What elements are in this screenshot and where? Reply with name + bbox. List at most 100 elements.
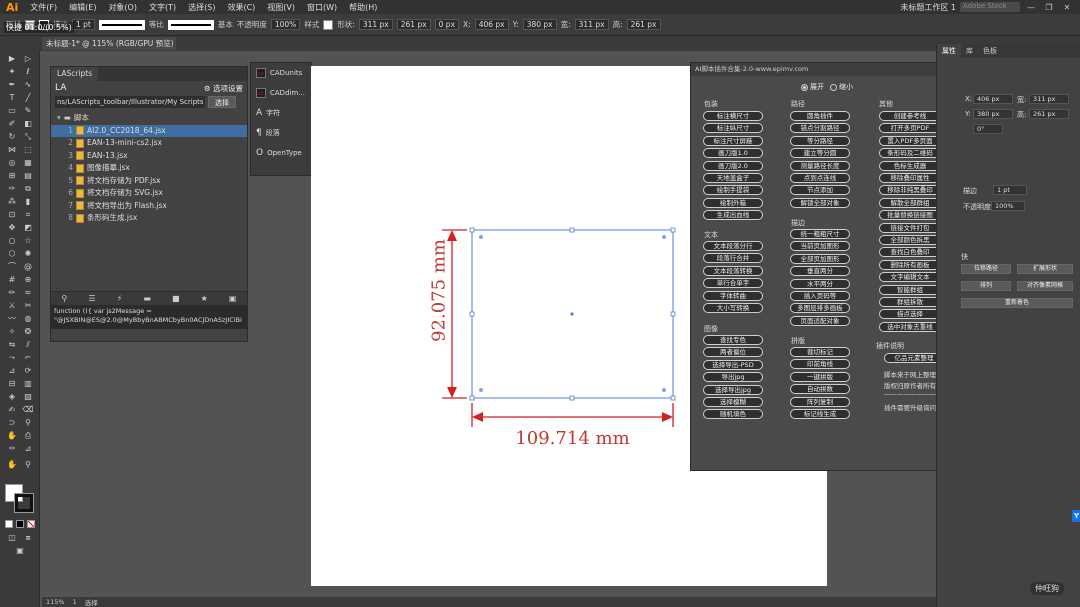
plugin-button[interactable]: 圆角插件 (790, 111, 850, 121)
plugin-button[interactable]: 画刀版2.0 (703, 160, 763, 171)
plugin-button[interactable]: 节点添加 (790, 185, 850, 196)
code-preview[interactable]: function (){ var js2Message = "@JSXBIN@E… (51, 305, 247, 329)
x-field[interactable]: 406 px (973, 94, 1013, 104)
plugin-button[interactable]: 全部页加图形 (790, 253, 850, 264)
menu-help[interactable]: 帮助(H) (343, 2, 383, 13)
plugin-button[interactable]: 插入页码等 (790, 291, 850, 301)
arrange-button[interactable]: 排列 (961, 281, 1011, 291)
magic-wand-tool-icon[interactable]: ✦ (6, 67, 18, 77)
plugin-button[interactable]: 查找白色叠印 (879, 247, 941, 258)
plugin-button[interactable]: 标注横尺寸 (703, 111, 763, 121)
plugin-button[interactable]: 移除非纯黑叠印 (879, 185, 941, 196)
plugin-button[interactable]: 印前角线 (790, 359, 850, 370)
zoom-tool-icon[interactable]: ⚲ (22, 418, 34, 428)
document-tab[interactable]: 未标题-1* @ 115% (RGB/GPU 预览) (42, 37, 176, 50)
hand-tool-icon[interactable]: ✋ (6, 431, 18, 441)
folder-icon[interactable]: ▬ (143, 294, 151, 303)
plugin-button[interactable]: 段落行合并 (703, 253, 763, 264)
rotate-view-tool-icon[interactable]: ⟳ (22, 366, 34, 376)
plugin-button[interactable]: 置入PDF多页面 (879, 135, 941, 146)
w-field[interactable]: 311 px (574, 19, 609, 30)
opacity-field[interactable]: 100% (991, 201, 1025, 211)
corner-field[interactable]: 0 px (434, 19, 460, 30)
plugin-button[interactable]: 选择模糊 (703, 397, 763, 407)
twirl-tool-icon[interactable]: ◍ (22, 314, 34, 324)
style-swatch[interactable] (323, 19, 334, 30)
scissors-tool-icon[interactable]: ✂ (22, 301, 34, 311)
eyedropper-tool-icon[interactable]: ✑ (6, 184, 18, 194)
tab-properties[interactable]: 属性 (937, 44, 961, 58)
measure-tool-2-icon[interactable]: ⊿ (22, 444, 34, 454)
smooth-tool-icon[interactable]: ≈ (22, 288, 34, 298)
align-pixel-grid-button[interactable]: 对齐像素网格 (1017, 281, 1073, 291)
plugin-button[interactable]: 群组拆散 (879, 297, 941, 307)
plugin-button[interactable]: 选中对象去重线 (879, 321, 941, 332)
plugin-button[interactable]: 亿品元素整理 (884, 353, 944, 363)
draw-mode-icon[interactable]: ◫ (6, 533, 18, 543)
offset-path-button[interactable]: 位移路径 (961, 264, 1011, 274)
width-dimension[interactable] (471, 403, 674, 427)
eraser-tool-icon[interactable]: ◧ (22, 119, 34, 129)
plugin-button[interactable]: 导出jpg (703, 372, 763, 383)
symbol-sprayer-tool-icon[interactable]: ⁂ (6, 197, 18, 207)
plugin-button[interactable]: 条形码及二维码 (879, 148, 941, 159)
scale-tool-icon[interactable]: ⤡ (22, 132, 34, 142)
expand-shape-button[interactable]: 扩展形状 (1017, 264, 1073, 274)
plugin-button[interactable]: 大小写转换 (703, 303, 763, 313)
shape-width-field[interactable]: 311 px (358, 19, 393, 30)
angle-field[interactable]: 0° (973, 124, 1003, 134)
plugin-button[interactable]: 阵列复制 (790, 396, 850, 407)
plugin-button[interactable]: 链接文件打包 (879, 222, 941, 233)
shear-tool-icon[interactable]: ⫽ (22, 340, 34, 350)
script-item[interactable]: 6 将文档存储为 SVG.jsx (51, 187, 247, 200)
type-tool-icon[interactable]: T (6, 93, 18, 103)
rotate-tool-icon[interactable]: ↻ (6, 132, 18, 142)
plugin-button[interactable]: 等分路径 (790, 135, 850, 146)
stock-search-input[interactable]: Adobe Stock (960, 2, 1020, 12)
y-field[interactable]: 380 px (973, 109, 1013, 119)
plugin-button[interactable]: 创建参考线 (879, 111, 941, 121)
workspace-switcher[interactable]: 未标题工作区 1 (900, 2, 956, 13)
crop-tool-icon[interactable]: ⌐ (22, 353, 34, 363)
screen-mode-icon[interactable]: ⧈ (22, 533, 34, 543)
plugin-button[interactable]: 删除所有画板 (879, 259, 941, 270)
plugin-button[interactable]: 字体转曲 (703, 290, 763, 301)
star-icon[interactable]: ★ (201, 294, 208, 303)
graph-tool-icon[interactable]: ▮ (22, 197, 34, 207)
delete-icon[interactable]: ■ (172, 294, 180, 303)
polygon-tool-icon[interactable]: ⬡ (6, 249, 18, 259)
print-tiling-tool-icon[interactable]: ⊟ (6, 379, 18, 389)
plugin-button[interactable]: 标记线生成 (790, 409, 850, 419)
plugin-button[interactable]: 一键拼版 (790, 371, 850, 382)
menu-edit[interactable]: 编辑(E) (63, 2, 102, 13)
plugin-button[interactable]: 生成出血线 (703, 210, 763, 221)
stroke-weight-field[interactable]: 1 pt (72, 19, 95, 30)
change-screen-mode-icon[interactable]: ▣ (14, 546, 26, 556)
path-eraser-tool-icon[interactable]: ⌫ (22, 405, 34, 415)
caddim-item[interactable]: ▭ CADdim... (251, 83, 311, 103)
w-field[interactable]: 311 px (1029, 94, 1069, 104)
expand-radio[interactable]: 展开 (801, 82, 824, 92)
lascripts-tab[interactable]: LAScripts (51, 67, 99, 81)
arc-tool-icon[interactable]: ⌒ (6, 262, 18, 272)
script-item[interactable]: 7 将文档导出为 Flash.jsx (51, 200, 247, 213)
folder-expand-icon[interactable]: ▾ (57, 112, 61, 125)
slice-tool-icon[interactable]: ⌗ (22, 210, 34, 220)
pen-tool-icon[interactable]: ✒ (6, 80, 18, 90)
plugin-button[interactable]: 单行合单字 (703, 278, 763, 289)
menu-effect[interactable]: 效果(C) (221, 2, 261, 13)
plugin-button[interactable]: 文本段落分行 (703, 241, 763, 251)
plugin-button[interactable]: 画刀版1.0 (703, 148, 763, 159)
blob-brush-tool-icon[interactable]: ✍ (6, 405, 18, 415)
plugin-button[interactable]: 绘制手提袋 (703, 185, 763, 196)
h-field[interactable]: 261 px (1029, 109, 1069, 119)
plugin-button[interactable]: 裁切标记 (790, 347, 850, 357)
live-paint-tool-icon[interactable]: ◩ (22, 223, 34, 233)
lasso-tool-icon[interactable]: ℓ (22, 67, 34, 77)
script-item[interactable]: 4 图像描摹.jsx (51, 162, 247, 175)
search-icon[interactable]: ⚲ (62, 294, 68, 303)
collapse-radio[interactable]: 缩小 (830, 82, 853, 92)
plugin-button[interactable]: 当前页加图形 (790, 241, 850, 252)
rectangle-tool-icon[interactable]: ▭ (6, 106, 18, 116)
flare-tool-icon[interactable]: ✺ (22, 249, 34, 259)
